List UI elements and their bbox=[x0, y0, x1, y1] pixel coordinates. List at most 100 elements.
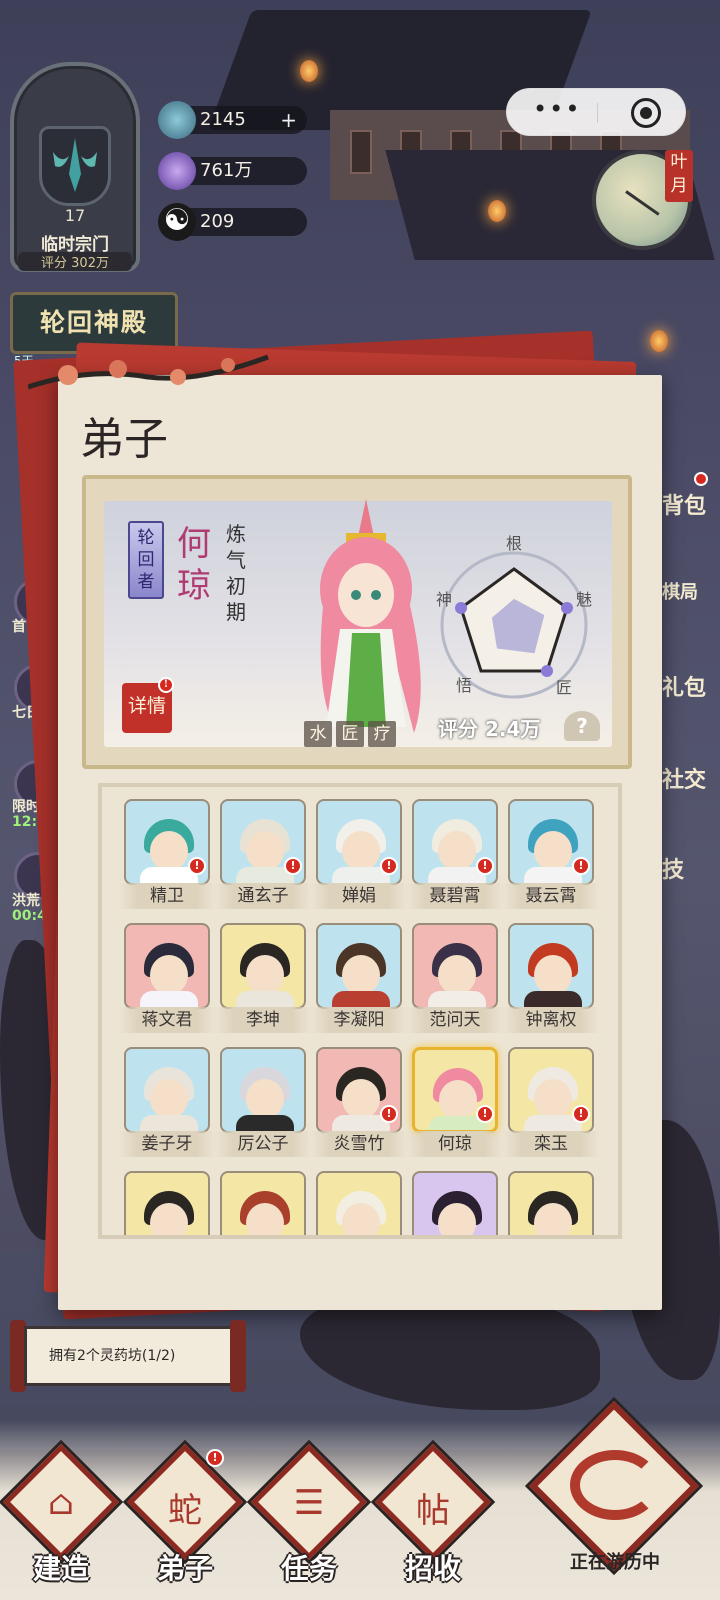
star-icon bbox=[455, 602, 467, 614]
nav-disciples-button[interactable]: 蛇 弟子 ! bbox=[127, 1444, 243, 1585]
featured-disciple-card: 轮回者 何琼 炼气初期 详情 ! 水匠疗 根 魅 匠 悟 神 评分 2.4万 ? bbox=[82, 475, 632, 769]
more-menu-button[interactable]: ••• bbox=[533, 95, 581, 123]
nav-tasks-button[interactable]: ☰ 任务 bbox=[251, 1444, 367, 1585]
lantern-icon bbox=[300, 60, 318, 82]
alert-dot-icon: ! bbox=[572, 1105, 590, 1123]
disciple-card[interactable]: 姜子牙 bbox=[118, 1047, 216, 1157]
jade-icon bbox=[158, 101, 196, 139]
alert-dot-icon: ! bbox=[476, 857, 494, 875]
disciple-avatar bbox=[124, 1171, 210, 1235]
disciple-card-name: 范问天 bbox=[406, 1007, 504, 1033]
disciple-avatar bbox=[220, 1047, 306, 1133]
disciple-card[interactable]: 婵娟! bbox=[310, 799, 408, 909]
details-button[interactable]: 详情 ! bbox=[122, 677, 174, 733]
social-button[interactable]: 社交 bbox=[654, 752, 718, 796]
disciple-card[interactable]: 钟离权 bbox=[502, 923, 600, 1033]
disciple-card[interactable] bbox=[316, 1171, 402, 1235]
radar-label-insight: 悟 bbox=[456, 676, 472, 695]
disciple-realm: 炼气初期 bbox=[226, 522, 246, 624]
disciple-card[interactable]: 李坤 bbox=[214, 923, 312, 1033]
recruit-icon: 帖 bbox=[416, 1491, 450, 1531]
disciple-card-name: 通玄子 bbox=[214, 883, 312, 909]
disciple-card[interactable]: 精卫! bbox=[118, 799, 216, 909]
disciple-card[interactable]: 聂云霄! bbox=[502, 799, 600, 909]
nav-label: 任务 bbox=[280, 1552, 337, 1585]
disciple-card-name: 姜子牙 bbox=[118, 1131, 216, 1157]
spirit-stone-value: 761万 bbox=[200, 160, 253, 181]
skill-label: 技 bbox=[662, 857, 685, 883]
disciple-card[interactable]: 范问天 bbox=[406, 923, 504, 1033]
nav-recruit-button[interactable]: 帖 招收 bbox=[375, 1444, 491, 1585]
gift-pack-label: 礼包 bbox=[662, 675, 707, 701]
close-miniprogram-button[interactable] bbox=[631, 98, 661, 128]
disciple-card[interactable]: 蒋文君 bbox=[118, 923, 216, 1033]
element-tag: 疗 bbox=[368, 721, 396, 747]
disciple-card-name: 炎雪竹 bbox=[310, 1131, 408, 1157]
disciple-card[interactable]: 栾玉! bbox=[502, 1047, 600, 1157]
disciple-card-name: 李坤 bbox=[214, 1007, 312, 1033]
sect-score: 评分 302万 bbox=[18, 252, 132, 271]
disciple-card-name: 钟离权 bbox=[502, 1007, 600, 1033]
alert-dot-icon: ! bbox=[284, 857, 302, 875]
nav-label: 弟子 bbox=[156, 1552, 213, 1585]
featured-disciple-frame: 轮回者 何琼 炼气初期 详情 ! 水匠疗 根 魅 匠 悟 神 评分 2.4万 ? bbox=[104, 499, 612, 747]
disciple-card[interactable] bbox=[412, 1171, 498, 1235]
spirit-stone-icon bbox=[158, 152, 196, 190]
bag-button[interactable]: 背包 bbox=[654, 472, 718, 522]
yin-yang-icon: ☯ bbox=[158, 203, 196, 241]
disciple-avatar bbox=[124, 923, 210, 1009]
nav-build-button[interactable]: ⌂ 建造 bbox=[3, 1444, 119, 1585]
disciple-card[interactable]: 聂碧霄! bbox=[406, 799, 504, 909]
disciples-panel: 弟子 轮回者 何琼 炼气初期 详情 ! 水匠疗 根 魅 匠 悟 神 评分 2.4… bbox=[28, 354, 662, 1310]
alert-dot-icon: ! bbox=[158, 677, 174, 693]
nav-label: 建造 bbox=[32, 1552, 89, 1585]
disciple-card[interactable]: 通玄子! bbox=[214, 799, 312, 909]
disciple-card-name: 蒋文君 bbox=[118, 1007, 216, 1033]
alert-dot-icon: ! bbox=[206, 1449, 224, 1467]
disciple-avatar bbox=[220, 923, 306, 1009]
gift-pack-button[interactable]: 礼包 bbox=[654, 660, 718, 704]
disciple-card[interactable]: 炎雪竹! bbox=[310, 1047, 408, 1157]
help-button[interactable]: ? bbox=[564, 711, 600, 741]
scroll-roll-icon bbox=[230, 1320, 246, 1392]
disciple-name: 何琼 bbox=[177, 524, 211, 606]
sect-level: 17 bbox=[64, 206, 86, 225]
jade-value: 2145 bbox=[200, 109, 246, 130]
disciple-score: 评分 2.4万 bbox=[438, 717, 541, 741]
disciple-avatar bbox=[412, 923, 498, 1009]
alert-dot-icon: ! bbox=[572, 857, 590, 875]
disciple-card[interactable] bbox=[124, 1171, 210, 1235]
sect-badge[interactable]: 17 临时宗门 评分 302万 bbox=[10, 62, 140, 272]
side-event-label: 首 bbox=[12, 619, 26, 635]
radar-label-spirit: 神 bbox=[436, 590, 452, 609]
details-label: 详情 bbox=[127, 695, 166, 717]
skill-button[interactable]: 技 bbox=[654, 842, 718, 886]
spirit-stone-counter: 761万 bbox=[158, 152, 307, 190]
disciple-card[interactable]: 厉公子 bbox=[214, 1047, 312, 1157]
element-tag: 水 bbox=[304, 721, 332, 747]
sect-emblem-icon bbox=[39, 126, 111, 206]
radar-label-root: 根 bbox=[506, 534, 522, 553]
side-event-label: 洪荒 bbox=[12, 893, 40, 909]
bag-label: 背包 bbox=[662, 493, 707, 519]
disciple-card-name: 精卫 bbox=[118, 883, 216, 909]
disciple-card-name: 聂云霄 bbox=[502, 883, 600, 909]
alert-dot-icon bbox=[694, 472, 708, 486]
quest-scroll[interactable]: 拥有2个灵药坊(1/2) bbox=[10, 1310, 246, 1402]
disciple-card[interactable] bbox=[508, 1171, 594, 1235]
disciple-card-name: 何琼 bbox=[406, 1131, 504, 1157]
chess-button[interactable]: 棋局 bbox=[654, 568, 718, 612]
disciple-card[interactable]: 何琼! bbox=[406, 1047, 504, 1157]
lantern-icon bbox=[650, 330, 668, 352]
disciple-card[interactable] bbox=[220, 1171, 306, 1235]
miniprogram-capsule: ••• bbox=[506, 88, 686, 136]
travel-button[interactable]: 正在游历中 bbox=[529, 1401, 700, 1580]
task-icon: ☰ bbox=[293, 1483, 325, 1523]
disciple-card[interactable]: 李凝阳 bbox=[310, 923, 408, 1033]
disciple-avatar bbox=[124, 1047, 210, 1133]
radar-label-charm: 魅 bbox=[576, 590, 592, 609]
disciple-card-name: 栾玉 bbox=[502, 1131, 600, 1157]
add-jade-button[interactable]: + bbox=[280, 106, 297, 134]
disciple-avatar bbox=[316, 1171, 402, 1235]
quest-text: 拥有2个灵药坊(1/2) bbox=[24, 1326, 236, 1386]
